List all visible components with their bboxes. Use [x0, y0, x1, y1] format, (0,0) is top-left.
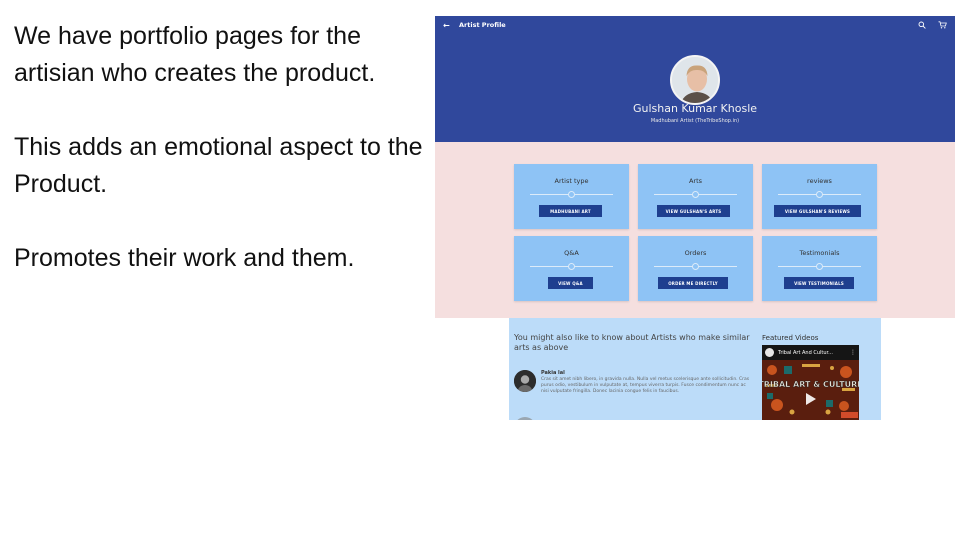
more-vert-icon[interactable]: ⋮ — [850, 349, 856, 356]
featured-videos-label: Featured Videos — [762, 334, 819, 342]
video-title: Tribal Art And Cultur... — [778, 349, 833, 356]
arrow-left-icon[interactable]: ← — [443, 21, 453, 30]
card-arts: Arts VIEW GULSHAN'S ARTS — [638, 164, 753, 229]
card-qa: Q&A VIEW Q&A — [514, 236, 629, 301]
related-artist-bio: Cras sit amet nibh libero, in gravida nu… — [541, 377, 750, 394]
thumbnail-title: TRIBAL ART & CULTURE — [762, 380, 859, 389]
view-arts-button[interactable]: VIEW GULSHAN'S ARTS — [657, 205, 730, 217]
related-artist-avatar[interactable] — [514, 370, 536, 392]
related-artist-name[interactable]: Pakia lal — [541, 370, 565, 376]
card-divider-dot — [568, 191, 575, 198]
artist-avatar — [670, 55, 720, 105]
topbar-actions — [917, 20, 947, 30]
app-topbar: ← Artist Profile — [435, 16, 955, 34]
card-title: Q&A — [564, 249, 579, 257]
page-title: Artist Profile — [459, 21, 506, 29]
slide-paragraph-1: We have portfolio pages for the artisian… — [14, 22, 376, 87]
card-artist-type: Artist type MADHUBANI ART — [514, 164, 629, 229]
card-title: Testimonials — [799, 249, 840, 257]
card-divider-dot — [692, 263, 699, 270]
video-title-bar: Tribal Art And Cultur... ⋮ — [762, 345, 859, 360]
card-divider-dot — [816, 191, 823, 198]
view-testimonials-button[interactable]: VIEW TESTIMONIALS — [784, 277, 854, 289]
profile-header: ← Artist Profile Gulshan Kumar Khosle Ma… — [435, 16, 955, 142]
related-heading: You might also like to know about Artist… — [514, 333, 750, 352]
profile-cards-section: Artist type MADHUBANI ART Arts VIEW GULS… — [435, 142, 955, 318]
card-divider-dot — [692, 191, 699, 198]
card-title: reviews — [807, 177, 832, 185]
card-title: Arts — [688, 177, 703, 185]
artist-profile-screenshot: ← Artist Profile Gulshan Kumar Khosle Ma… — [435, 16, 955, 318]
channel-avatar-icon — [765, 348, 774, 357]
card-title: Artist type — [554, 177, 589, 185]
slide-paragraph-3: Promotes their work and them. — [14, 244, 355, 272]
artist-subtitle: Madhubani Artist (TheTribeShop.in) — [650, 118, 740, 124]
slide-text: We have portfolio pages for the artisian… — [14, 18, 424, 314]
video-thumbnail: TRIBAL ART & CULTURE — [762, 360, 859, 420]
view-reviews-button[interactable]: VIEW GULSHAN'S REVIEWS — [774, 205, 861, 217]
related-artist-avatar-2[interactable] — [514, 417, 536, 420]
card-orders: Orders ORDER ME DIRECTLY — [638, 236, 753, 301]
card-title: Orders — [684, 249, 707, 257]
card-testimonials: Testimonials VIEW TESTIMONIALS — [762, 236, 877, 301]
search-icon[interactable] — [917, 20, 927, 30]
artist-name: Gulshan Kumar Khosle — [632, 102, 758, 115]
view-qa-button[interactable]: VIEW Q&A — [548, 277, 593, 289]
madhubani-art-button[interactable]: MADHUBANI ART — [539, 205, 602, 217]
card-divider-dot — [816, 263, 823, 270]
order-directly-button[interactable]: ORDER ME DIRECTLY — [658, 277, 728, 289]
cart-icon[interactable] — [937, 20, 947, 30]
featured-video-player[interactable]: Tribal Art And Cultur... ⋮ TRIBAL ART & … — [762, 345, 859, 420]
card-divider-dot — [568, 263, 575, 270]
card-reviews: reviews VIEW GULSHAN'S REVIEWS — [762, 164, 877, 229]
related-artists-section: You might also like to know about Artist… — [509, 318, 881, 420]
slide-paragraph-2: This adds an emotional aspect to the Pro… — [14, 133, 423, 198]
